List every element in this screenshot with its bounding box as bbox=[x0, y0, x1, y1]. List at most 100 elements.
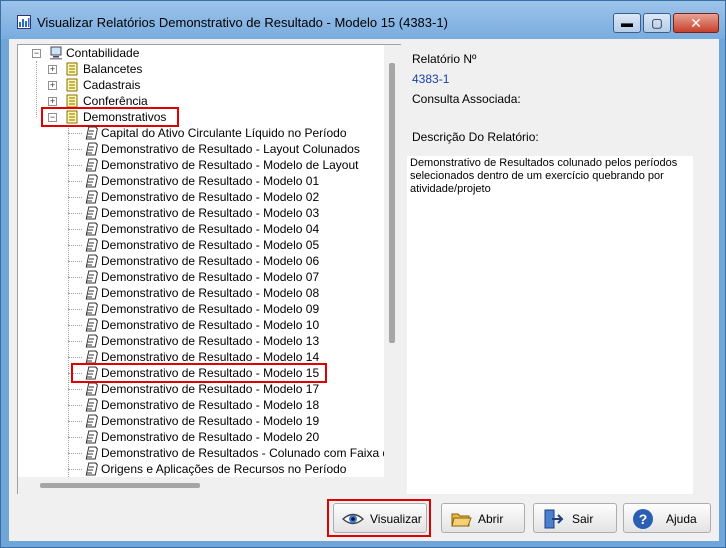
tree-report-label: Demonstrativo de Resultado - Modelo 03 bbox=[101, 206, 320, 220]
sair-label: Sair bbox=[572, 512, 594, 526]
collapse-toggle[interactable]: − bbox=[32, 49, 41, 58]
close-icon: ✕ bbox=[690, 15, 702, 31]
tree-report-label: Demonstrativo de Resultado - Modelo 08 bbox=[101, 286, 320, 300]
tree-report-item[interactable]: Origens e Aplicações de Recursos no Perí… bbox=[18, 461, 384, 477]
tree-guide-line bbox=[68, 165, 82, 166]
tree-horizontal-scrollbar[interactable] bbox=[18, 477, 384, 494]
tree-report-item[interactable]: Demonstrativo de Resultado - Modelo de L… bbox=[18, 157, 384, 173]
tree-report-label: Demonstrativo de Resultado - Modelo 10 bbox=[101, 318, 320, 332]
report-info-panel: Relatório Nº 4383-1 Consulta Associada: … bbox=[403, 44, 711, 494]
tree-vertical-scrollbar[interactable] bbox=[384, 45, 401, 477]
svg-text:?: ? bbox=[639, 511, 648, 527]
tree-report-item[interactable]: Demonstrativo de Resultado - Layout Colu… bbox=[18, 141, 384, 157]
close-button[interactable]: ✕ bbox=[673, 13, 719, 33]
report-document-icon bbox=[85, 222, 98, 236]
report-document-icon bbox=[85, 238, 98, 252]
tree-guide-line bbox=[68, 453, 82, 454]
tree-guide-line bbox=[68, 341, 82, 342]
tree-report-label: Demonstrativo de Resultado - Modelo 07 bbox=[101, 270, 320, 284]
tree-report-item[interactable]: Demonstrativo de Resultado - Modelo 06 bbox=[18, 253, 384, 269]
tree-report-item[interactable]: Demonstrativo de Resultado - Modelo 10 bbox=[18, 317, 384, 333]
highlight-modelo-15 bbox=[71, 363, 327, 383]
tree-report-item[interactable]: Demonstrativo de Resultados - Colunado c… bbox=[18, 445, 384, 461]
report-document-icon bbox=[85, 190, 98, 204]
dialog-body: − Contabilidade + Balancetes + Cadastrai… bbox=[9, 39, 719, 541]
help-icon: ? bbox=[633, 509, 653, 529]
tree-report-item[interactable]: Demonstrativo de Resultado - Modelo 18 bbox=[18, 397, 384, 413]
report-document-icon bbox=[85, 270, 98, 284]
tree-report-item[interactable]: Demonstrativo de Resultado - Modelo 01 bbox=[18, 173, 384, 189]
report-document-icon bbox=[85, 142, 98, 156]
tree-guide-line bbox=[68, 133, 82, 134]
report-document-icon bbox=[85, 302, 98, 316]
tree-report-item[interactable]: Demonstrativo de Resultado - Modelo 04 bbox=[18, 221, 384, 237]
description-label: Descrição Do Relatório: bbox=[412, 130, 539, 144]
associated-query-label: Consulta Associada: bbox=[412, 92, 521, 106]
report-document-icon bbox=[85, 126, 98, 140]
tree-report-label: Demonstrativo de Resultado - Modelo 09 bbox=[101, 302, 320, 316]
window-title: Visualizar Relatórios Demonstrativo de R… bbox=[37, 15, 448, 30]
tree-report-item[interactable]: Demonstrativo de Resultado - Modelo 20 bbox=[18, 429, 384, 445]
report-tree[interactable]: − Contabilidade + Balancetes + Cadastrai… bbox=[17, 44, 401, 494]
maximize-button[interactable]: ▢ bbox=[643, 13, 671, 33]
tree-report-item[interactable]: Demonstrativo de Resultado - Modelo 13 bbox=[18, 333, 384, 349]
tree-report-item[interactable]: Demonstrativo de Resultado - Modelo 09 bbox=[18, 301, 384, 317]
tree-node-label: Balancetes bbox=[83, 62, 143, 76]
tree-guide-line bbox=[68, 213, 82, 214]
tree-report-item[interactable]: Demonstrativo de Resultado - Modelo 08 bbox=[18, 285, 384, 301]
minimize-icon: ▬ bbox=[621, 16, 633, 30]
tree-report-item[interactable]: Demonstrativo de Resultado - Modelo 07 bbox=[18, 269, 384, 285]
tree-node-cadastrais[interactable]: + Cadastrais bbox=[18, 77, 378, 93]
tree-report-label: Capital do Ativo Circulante Líquido no P… bbox=[101, 126, 347, 140]
tree-report-item[interactable]: Demonstrativo de Resultado - Modelo 19 bbox=[18, 413, 384, 429]
tree-node-balancetes[interactable]: + Balancetes bbox=[18, 61, 378, 77]
highlight-visualizar bbox=[327, 499, 431, 537]
tree-node-contabilidade[interactable]: − Contabilidade bbox=[18, 45, 378, 61]
scrollbar-thumb[interactable] bbox=[40, 483, 200, 488]
expand-toggle[interactable]: + bbox=[48, 97, 57, 106]
expand-toggle[interactable]: + bbox=[48, 81, 57, 90]
tree-guide-line bbox=[68, 197, 82, 198]
report-number-label: Relatório Nº bbox=[412, 52, 477, 66]
tree-report-item[interactable]: Capital do Ativo Circulante Líquido no P… bbox=[18, 125, 384, 141]
tree-report-label: Demonstrativo de Resultado - Layout Colu… bbox=[101, 142, 360, 156]
tree-report-label: Demonstrativo de Resultado - Modelo 04 bbox=[101, 222, 320, 236]
tree-report-label: Demonstrativo de Resultado - Modelo 18 bbox=[101, 398, 320, 412]
expand-toggle[interactable]: + bbox=[48, 65, 57, 74]
report-document-icon bbox=[85, 254, 98, 268]
tree-report-label: Demonstrativo de Resultados - Colunado c… bbox=[101, 446, 384, 460]
report-document-icon bbox=[85, 286, 98, 300]
tree-guide-line bbox=[68, 469, 82, 470]
report-document-icon bbox=[85, 430, 98, 444]
scrollbar-thumb[interactable] bbox=[389, 63, 395, 343]
report-chart-icon bbox=[17, 15, 31, 29]
folder-report-icon bbox=[66, 78, 78, 92]
report-document-icon bbox=[85, 318, 98, 332]
description-text[interactable]: Demonstrativo de Resultados colunado pel… bbox=[407, 156, 693, 494]
computer-icon bbox=[50, 46, 62, 60]
title-bar[interactable]: Visualizar Relatórios Demonstrativo de R… bbox=[1, 1, 725, 39]
tree-report-label: Demonstrativo de Resultado - Modelo 13 bbox=[101, 334, 320, 348]
exit-door-icon bbox=[544, 509, 564, 529]
tree-report-label: Demonstrativo de Resultado - Modelo 17 bbox=[101, 382, 320, 396]
tree-guide-line bbox=[68, 325, 82, 326]
report-document-icon bbox=[85, 446, 98, 460]
abrir-button[interactable]: Abrir bbox=[441, 503, 525, 533]
tree-report-label: Demonstrativo de Resultado - Modelo 19 bbox=[101, 414, 320, 428]
tree-report-label: Origens e Aplicações de Recursos no Perí… bbox=[101, 462, 347, 476]
open-folder-icon bbox=[451, 513, 472, 527]
tree-guide-line bbox=[68, 229, 82, 230]
minimize-button[interactable]: ▬ bbox=[613, 13, 641, 33]
ajuda-button[interactable]: ? Ajuda bbox=[623, 503, 711, 533]
tree-report-label: Demonstrativo de Resultado - Modelo 20 bbox=[101, 430, 320, 444]
tree-report-item[interactable]: Demonstrativo de Resultado - Modelo 02 bbox=[18, 189, 384, 205]
tree-guide-line bbox=[68, 421, 82, 422]
report-document-icon bbox=[85, 398, 98, 412]
report-document-icon bbox=[85, 350, 98, 364]
tree-report-label: Demonstrativo de Resultado - Modelo 05 bbox=[101, 238, 320, 252]
maximize-icon: ▢ bbox=[651, 16, 663, 30]
sair-button[interactable]: Sair bbox=[533, 503, 617, 533]
tree-report-item[interactable]: Demonstrativo de Resultado - Modelo 05 bbox=[18, 237, 384, 253]
tree-report-item[interactable]: Demonstrativo de Resultado - Modelo 03 bbox=[18, 205, 384, 221]
tree-report-item[interactable]: Demonstrativo de Resultado - Modelo 17 bbox=[18, 381, 384, 397]
